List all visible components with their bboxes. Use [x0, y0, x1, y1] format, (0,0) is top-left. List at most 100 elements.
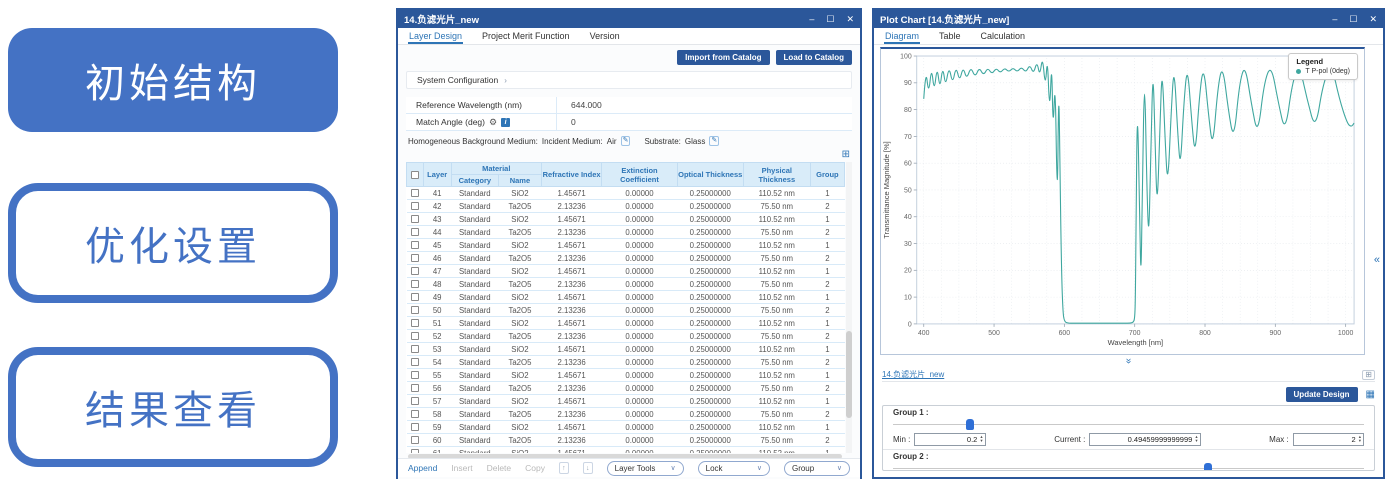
table-row[interactable]: 51 Standard SiO2 1.45671 0.00000 0.25000…	[407, 317, 845, 330]
expand-toggle-icon[interactable]: ⊞	[1362, 370, 1375, 380]
col-refractive-index[interactable]: Refractive Index	[541, 163, 601, 187]
slider-thumb[interactable]	[1204, 463, 1212, 471]
row-checkbox-cell[interactable]	[407, 265, 424, 278]
table-row[interactable]: 56 Standard Ta2O5 2.13236 0.00000 0.2500…	[407, 382, 845, 395]
row-checkbox-cell[interactable]	[407, 447, 424, 454]
current-input[interactable]: 0.49459999999999▴▾	[1089, 433, 1200, 446]
table-row[interactable]: 59 Standard SiO2 1.45671 0.00000 0.25000…	[407, 421, 845, 434]
table-row[interactable]: 53 Standard SiO2 1.45671 0.00000 0.25000…	[407, 343, 845, 356]
edit-substrate-icon[interactable]: ✎	[709, 136, 719, 146]
close-icon[interactable]: ✕	[1369, 14, 1377, 25]
checkbox-icon[interactable]	[411, 345, 419, 353]
checkbox-icon[interactable]	[411, 189, 419, 197]
table-row[interactable]: 43 Standard SiO2 1.45671 0.00000 0.25000…	[407, 213, 845, 226]
row-checkbox-cell[interactable]	[407, 200, 424, 213]
checkbox-icon[interactable]	[411, 319, 419, 327]
row-checkbox-cell[interactable]	[407, 213, 424, 226]
tab-table[interactable]: Table	[938, 29, 962, 44]
gear-icon[interactable]: ⚙	[489, 117, 497, 128]
checkbox-icon[interactable]	[411, 371, 419, 379]
match-angle-field[interactable]: 0	[556, 114, 576, 130]
layer-tools-dropdown[interactable]: Layer Tools ∨	[607, 461, 684, 476]
col-optical-thickness[interactable]: Optical Thickness	[677, 163, 743, 187]
move-down-icon[interactable]: ↓	[583, 462, 593, 474]
system-configuration-bar[interactable]: System Configuration ›	[406, 71, 852, 89]
table-row[interactable]: 44 Standard Ta2O5 2.13236 0.00000 0.2500…	[407, 226, 845, 239]
tab-calculation[interactable]: Calculation	[980, 29, 1027, 44]
row-checkbox-cell[interactable]	[407, 252, 424, 265]
checkbox-icon[interactable]	[411, 332, 419, 340]
row-checkbox-cell[interactable]	[407, 434, 424, 447]
row-checkbox-cell[interactable]	[407, 317, 424, 330]
export-design-icon[interactable]: ▦	[1366, 389, 1375, 400]
checkbox-icon[interactable]	[411, 358, 419, 366]
insert-button[interactable]: Insert	[451, 463, 472, 473]
row-checkbox-cell[interactable]	[407, 369, 424, 382]
table-row[interactable]: 45 Standard SiO2 1.45671 0.00000 0.25000…	[407, 239, 845, 252]
reference-wavelength-field[interactable]: 644.000	[556, 97, 602, 113]
menu-version[interactable]: Version	[589, 29, 621, 44]
checkbox-icon[interactable]	[411, 241, 419, 249]
move-up-icon[interactable]: ↑	[559, 462, 569, 474]
minimize-icon[interactable]: –	[1332, 14, 1337, 25]
checkbox-icon[interactable]	[411, 436, 419, 444]
minimize-icon[interactable]: –	[809, 14, 814, 25]
row-checkbox-cell[interactable]	[407, 330, 424, 343]
row-checkbox-cell[interactable]	[407, 408, 424, 421]
maximize-icon[interactable]: ☐	[826, 14, 834, 25]
checkbox-icon[interactable]	[411, 215, 419, 223]
group-slider[interactable]	[893, 418, 1364, 431]
table-row[interactable]: 50 Standard Ta2O5 2.13236 0.00000 0.2500…	[407, 304, 845, 317]
checkbox-icon[interactable]	[411, 254, 419, 262]
group-slider[interactable]	[893, 462, 1364, 471]
checkbox-icon[interactable]	[411, 202, 419, 210]
col-extinction-coefficient[interactable]: Extinction Coefficient	[602, 163, 677, 187]
col-category[interactable]: Category	[451, 175, 498, 187]
table-row[interactable]: 57 Standard SiO2 1.45671 0.00000 0.25000…	[407, 395, 845, 408]
checkbox-icon[interactable]	[411, 410, 419, 418]
checkbox-icon[interactable]	[411, 228, 419, 236]
table-row[interactable]: 58 Standard Ta2O5 2.13236 0.00000 0.2500…	[407, 408, 845, 421]
max-input[interactable]: 2▴▾	[1293, 433, 1364, 446]
table-row[interactable]: 41 Standard SiO2 1.45671 0.00000 0.25000…	[407, 187, 845, 200]
row-checkbox-cell[interactable]	[407, 239, 424, 252]
row-checkbox-cell[interactable]	[407, 226, 424, 239]
checkbox-icon[interactable]	[411, 293, 419, 301]
spinner-icon[interactable]: ▴▾	[1359, 435, 1361, 443]
row-checkbox-cell[interactable]	[407, 343, 424, 356]
table-row[interactable]: 42 Standard Ta2O5 2.13236 0.00000 0.2500…	[407, 200, 845, 213]
import-from-catalog-button[interactable]: Import from Catalog	[677, 50, 769, 65]
row-checkbox-cell[interactable]	[407, 356, 424, 369]
checkbox-icon[interactable]	[411, 384, 419, 392]
table-row[interactable]: 49 Standard SiO2 1.45671 0.00000 0.25000…	[407, 291, 845, 304]
row-checkbox-cell[interactable]	[407, 395, 424, 408]
col-physical-thickness[interactable]: Physical Thickness	[743, 163, 810, 187]
load-to-catalog-button[interactable]: Load to Catalog	[776, 50, 852, 65]
col-layer[interactable]: Layer	[423, 163, 451, 187]
checkbox-icon[interactable]	[411, 423, 419, 431]
nav-button-view-results[interactable]: 结果查看	[8, 347, 338, 467]
table-vertical-scrollbar[interactable]	[846, 162, 852, 453]
table-row[interactable]: 61 Standard SiO2 1.45671 0.00000 0.25000…	[407, 447, 845, 454]
edit-incident-medium-icon[interactable]: ✎	[621, 136, 631, 146]
close-icon[interactable]: ✕	[846, 14, 854, 25]
select-all-checkbox-header[interactable]	[407, 163, 424, 187]
menu-project-merit-function[interactable]: Project Merit Function	[481, 29, 571, 44]
nav-button-optimization-settings[interactable]: 优化设置	[8, 183, 338, 303]
row-checkbox-cell[interactable]	[407, 187, 424, 200]
checkbox-icon[interactable]	[411, 449, 419, 453]
table-row[interactable]: 48 Standard Ta2O5 2.13236 0.00000 0.2500…	[407, 278, 845, 291]
update-design-button[interactable]: Update Design	[1286, 387, 1358, 402]
copy-button[interactable]: Copy	[525, 463, 545, 473]
slider-thumb[interactable]	[966, 419, 974, 430]
row-checkbox-cell[interactable]	[407, 382, 424, 395]
checkbox-icon[interactable]	[411, 306, 419, 314]
spinner-icon[interactable]: ▴▾	[1195, 435, 1197, 443]
spinner-icon[interactable]: ▴▾	[980, 435, 982, 443]
col-material[interactable]: Material	[451, 163, 541, 175]
checkbox-icon[interactable]	[411, 267, 419, 275]
table-settings-icon[interactable]: ⊞	[842, 149, 850, 160]
design-link[interactable]: 14.负滤光片_new	[882, 369, 1362, 380]
col-group[interactable]: Group	[810, 163, 844, 187]
row-checkbox-cell[interactable]	[407, 291, 424, 304]
